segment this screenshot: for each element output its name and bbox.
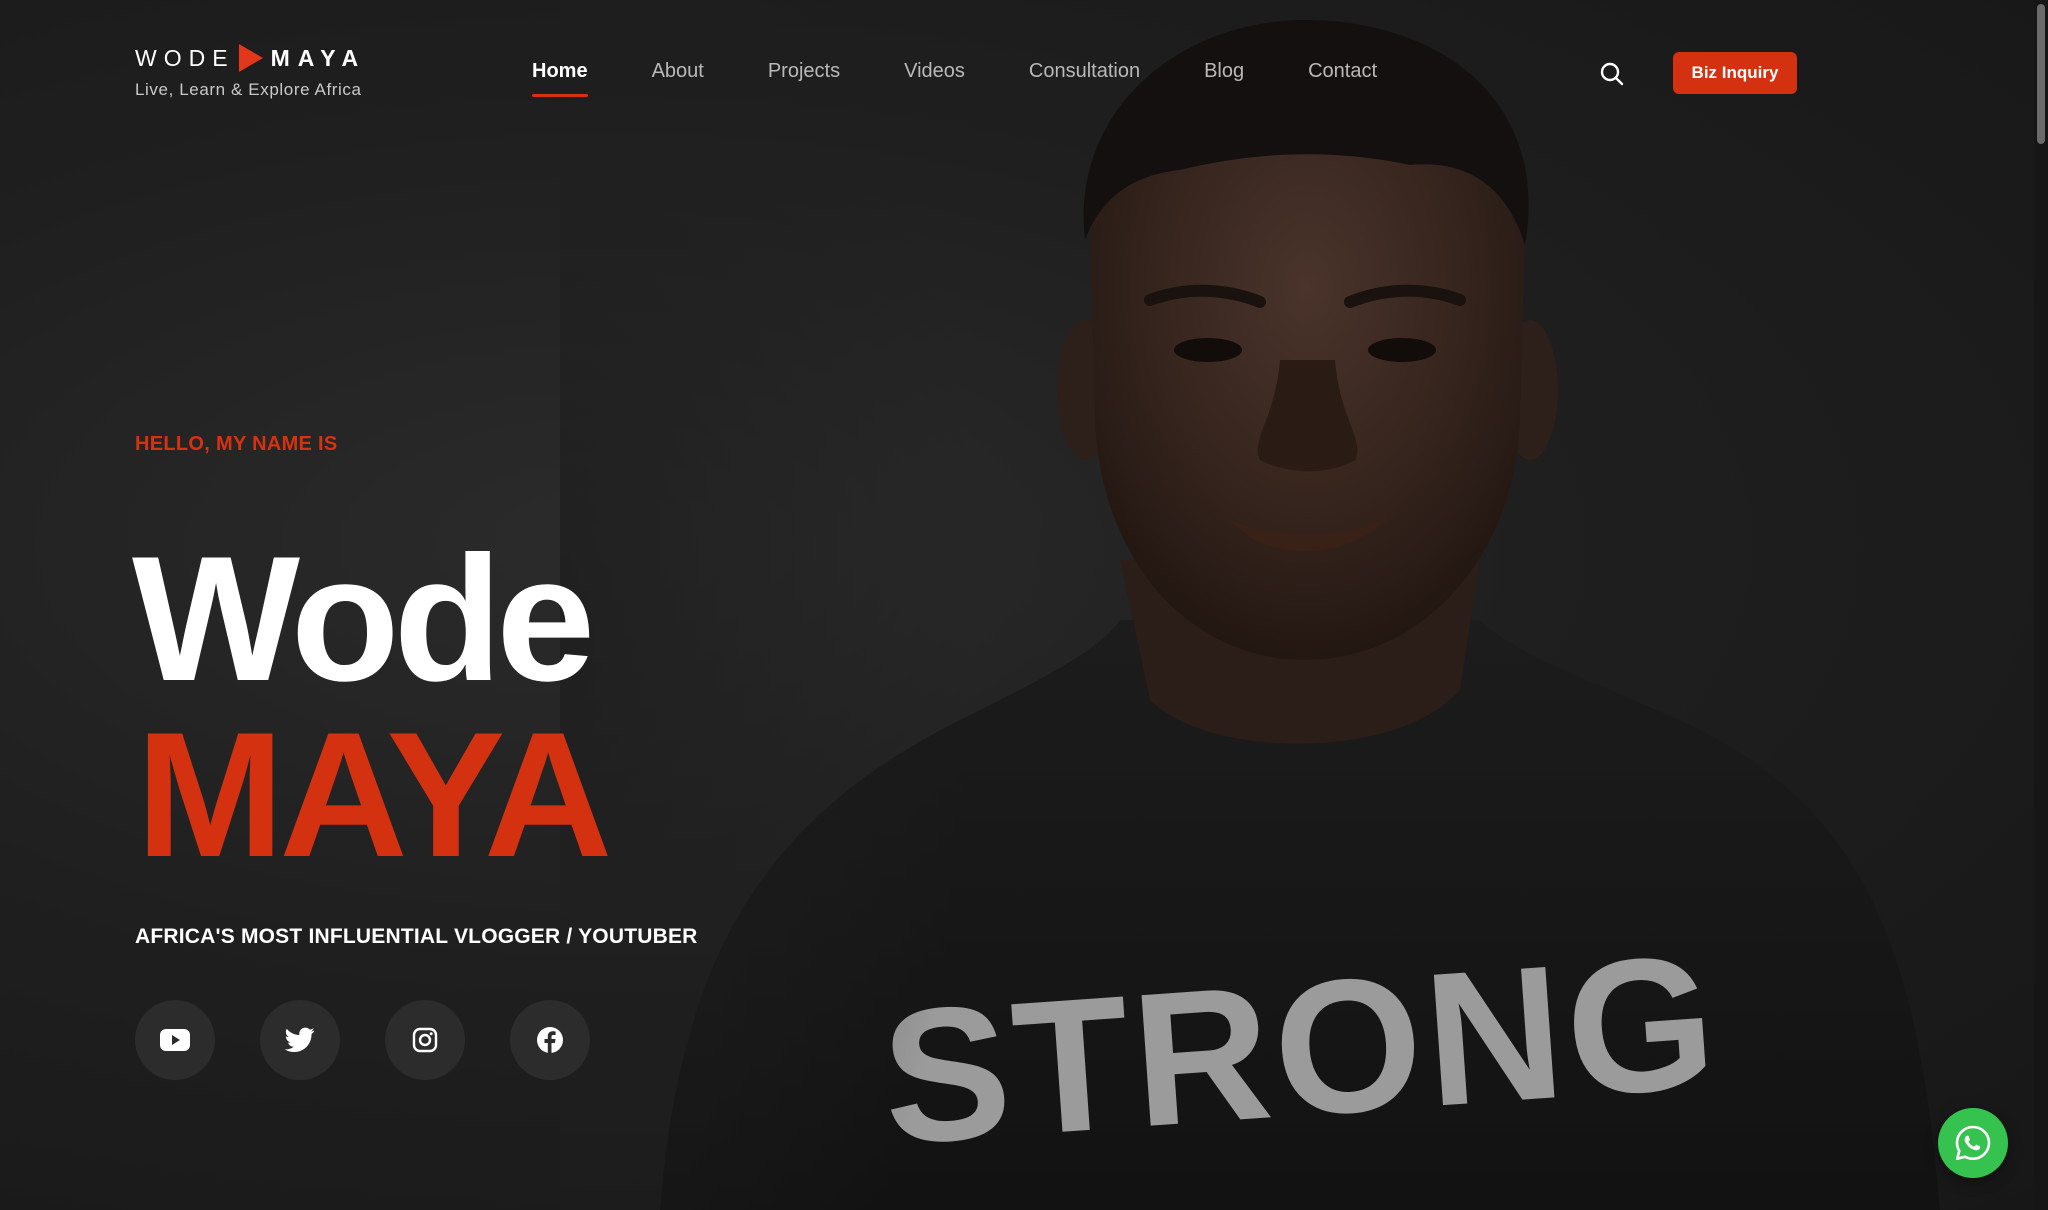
logo-mark: WODE MAYA xyxy=(135,42,366,74)
hero-last-name: MAYA xyxy=(136,695,612,894)
page: STRONG WODE MAYA Live, Learn & Explore A… xyxy=(0,0,2048,1210)
play-icon xyxy=(238,44,263,72)
facebook-icon xyxy=(537,1027,563,1053)
hero-portrait-photo: STRONG xyxy=(560,0,1940,1210)
scrollbar-thumb[interactable] xyxy=(2037,4,2045,144)
nav-item-projects[interactable]: Projects xyxy=(768,60,840,97)
instagram-icon xyxy=(412,1027,438,1053)
nav-item-blog[interactable]: Blog xyxy=(1204,60,1244,97)
youtube-link[interactable] xyxy=(135,1000,215,1080)
page-scrollbar[interactable] xyxy=(2034,0,2048,1210)
twitter-icon xyxy=(285,1027,315,1052)
social-links xyxy=(135,1000,635,1080)
hero-eyebrow: HELLO, MY NAME IS xyxy=(135,433,338,455)
main-navigation: Home About Projects Videos Consultation … xyxy=(532,60,1441,97)
nav-item-home[interactable]: Home xyxy=(532,60,588,97)
search-button[interactable] xyxy=(1598,60,1626,88)
youtube-icon xyxy=(160,1029,190,1051)
instagram-link[interactable] xyxy=(385,1000,465,1080)
search-icon xyxy=(1600,62,1624,86)
nav-item-consultation[interactable]: Consultation xyxy=(1029,60,1140,97)
site-logo[interactable]: WODE MAYA Live, Learn & Explore Africa xyxy=(135,42,366,100)
whatsapp-icon xyxy=(1955,1125,1991,1161)
shirt-print-text: STRONG xyxy=(876,915,1726,1185)
logo-tagline: Live, Learn & Explore Africa xyxy=(135,80,362,99)
hero-first-name: Wode xyxy=(132,519,595,718)
hero-subtitle: AFRICA'S MOST INFLUENTIAL VLOGGER / YOUT… xyxy=(135,925,698,948)
facebook-link[interactable] xyxy=(510,1000,590,1080)
nav-item-about[interactable]: About xyxy=(652,60,704,97)
logo-word-wode: WODE xyxy=(135,44,235,71)
twitter-link[interactable] xyxy=(260,1000,340,1080)
biz-inquiry-button[interactable]: Biz Inquiry xyxy=(1673,52,1797,94)
nav-item-videos[interactable]: Videos xyxy=(904,60,965,97)
nav-item-contact[interactable]: Contact xyxy=(1308,60,1377,97)
whatsapp-chat-button[interactable] xyxy=(1938,1108,2008,1178)
logo-word-maya: MAYA xyxy=(270,44,367,71)
